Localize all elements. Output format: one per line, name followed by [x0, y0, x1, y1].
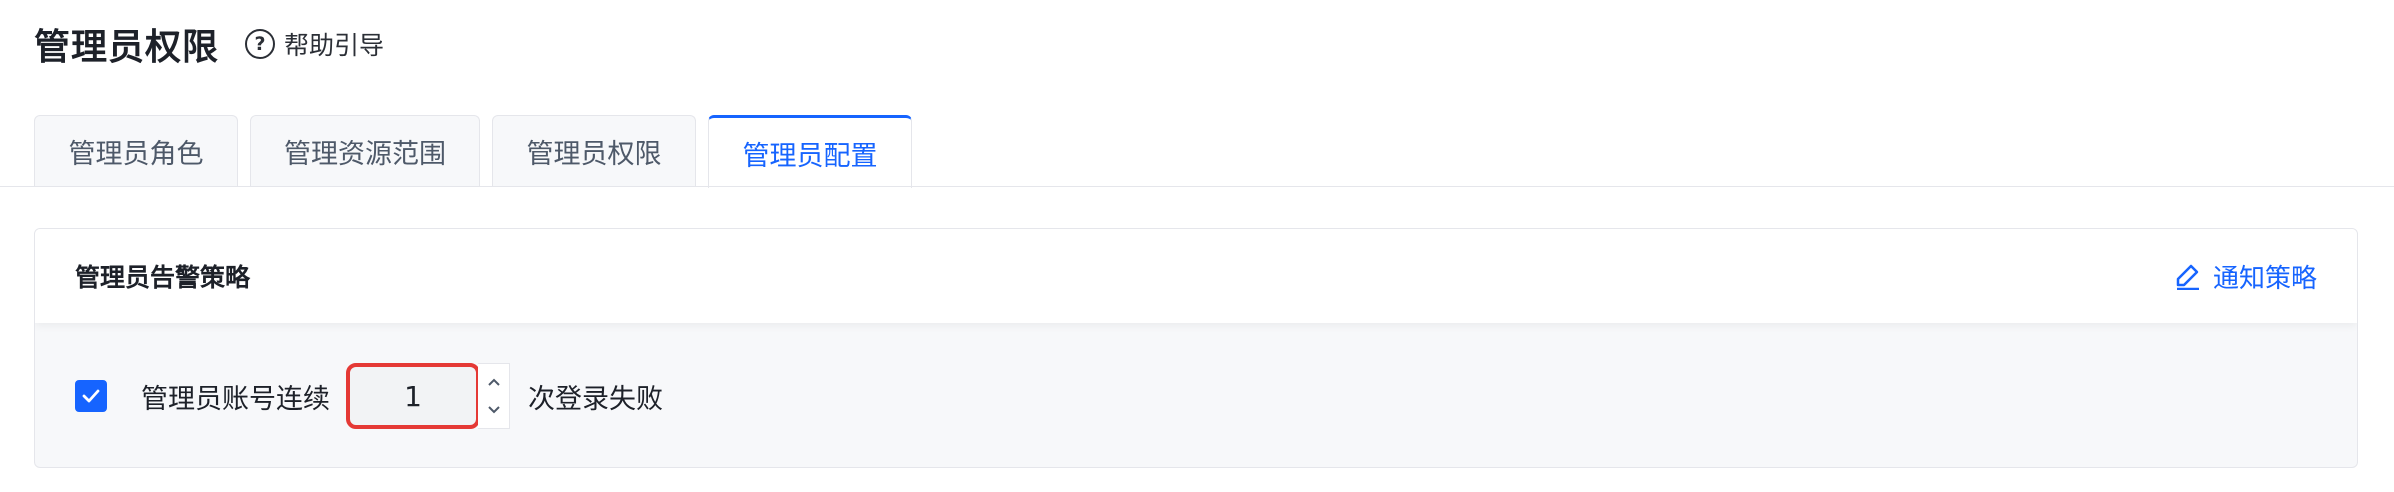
chevron-up-icon[interactable]: [487, 368, 501, 396]
failed-login-count-stepper: 1: [346, 363, 510, 429]
tab-divider: [0, 186, 2394, 187]
tab-admin-roles[interactable]: 管理员角色: [34, 115, 238, 187]
stepper-controls: [478, 363, 510, 429]
tab-admin-permissions[interactable]: 管理员权限: [492, 115, 696, 187]
help-guide-label: 帮助引导: [284, 31, 385, 60]
tab-admin-config[interactable]: 管理员配置: [708, 115, 912, 188]
card-title: 管理员告警策略: [75, 263, 251, 292]
rule-enabled-checkbox[interactable]: [75, 380, 107, 412]
notify-policy-button[interactable]: 通知策略: [2175, 258, 2317, 295]
rule-prefix-label: 管理员账号连续: [141, 383, 330, 415]
edit-icon: [2176, 264, 2199, 290]
rule-suffix-label: 次登录失败: [528, 383, 663, 415]
page-title: 管理员权限: [34, 27, 220, 68]
question-circle-icon: ?: [245, 29, 276, 59]
page-header: 管理员权限 ? 帮助引导: [34, 14, 384, 74]
notify-policy-label: 通知策略: [2212, 263, 2317, 294]
tab-bar: 管理员角色 管理资源范围 管理员权限 管理员配置: [34, 115, 924, 188]
check-icon: [82, 389, 100, 403]
alert-policy-card: 管理员告警策略 通知策略 管理员账号连续 1 次登录失败: [34, 228, 2358, 468]
card-header: 管理员告警策略 通知策略: [35, 229, 2357, 323]
tab-admin-resource-scope[interactable]: 管理资源范围: [250, 115, 480, 187]
help-guide-link[interactable]: ? 帮助引导: [245, 26, 384, 62]
alert-rule-row: 管理员账号连续 1 次登录失败: [35, 323, 2357, 467]
failed-login-count-input[interactable]: 1: [346, 363, 480, 429]
chevron-down-icon[interactable]: [487, 396, 501, 424]
